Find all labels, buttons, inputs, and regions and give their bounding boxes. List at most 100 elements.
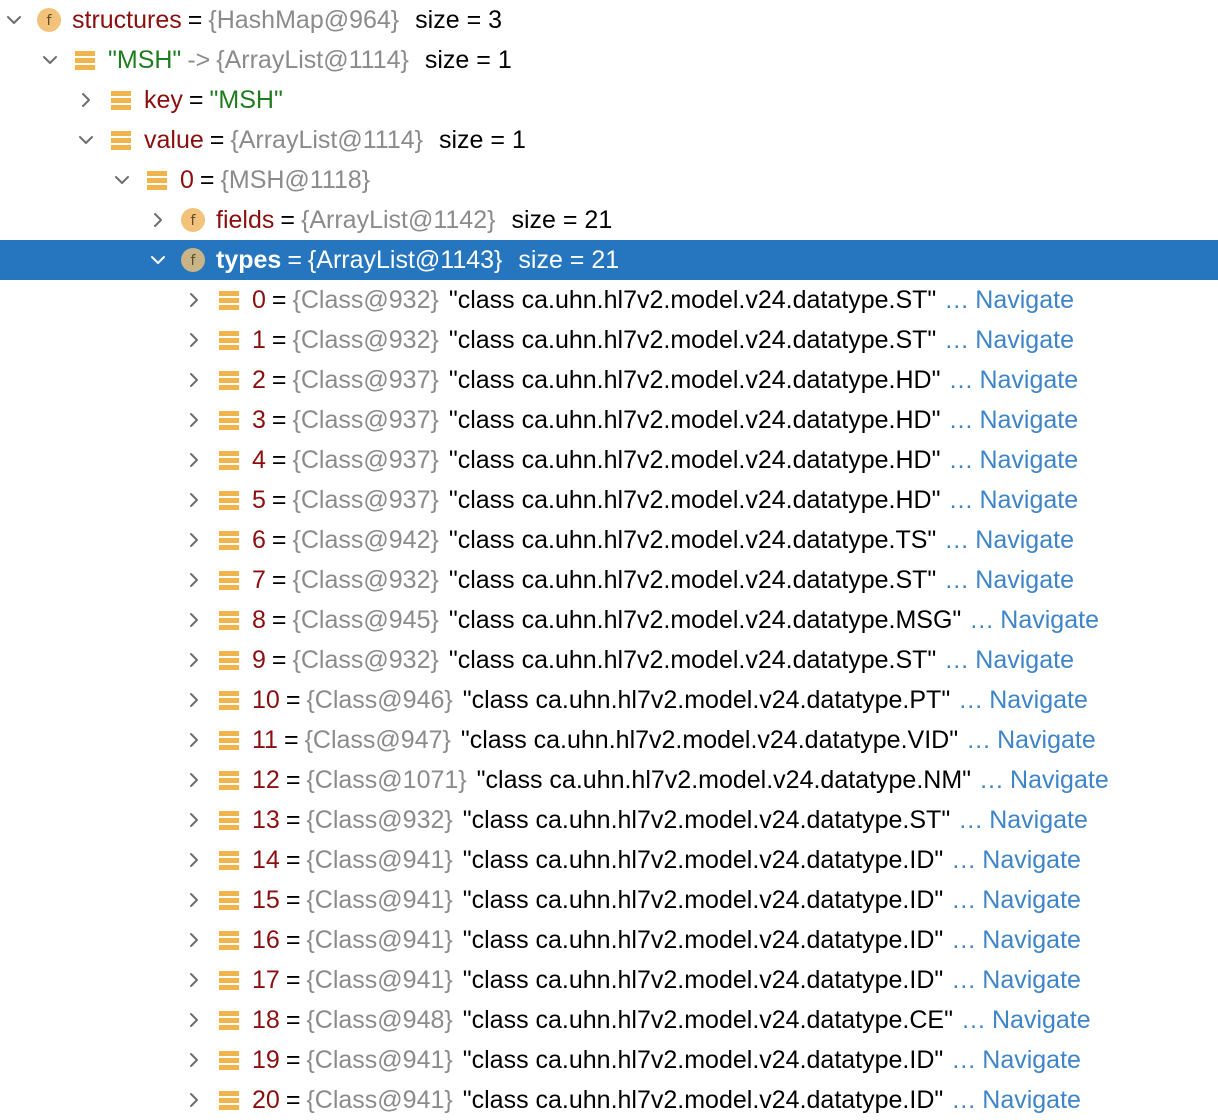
navigate-link[interactable]: Navigate [982,886,1081,915]
navigate-link[interactable]: Navigate [979,406,1078,435]
variable-name: key [144,85,183,114]
tree-row[interactable]: 18 = {Class@948} "class ca.uhn.hl7v2.model.… [0,1000,1218,1040]
navigate-link[interactable]: Navigate [975,646,1074,675]
chevron-right-icon[interactable] [180,846,208,874]
element-icon [144,167,170,193]
chevron-right-icon[interactable] [180,1006,208,1034]
navigate-link[interactable]: Navigate [982,1046,1081,1075]
chevron-right-icon[interactable] [180,406,208,434]
chevron-right-icon[interactable] [180,606,208,634]
navigate-link[interactable]: Navigate [982,966,1081,995]
object-reference: {Class@945} [292,605,439,634]
chevron-right-icon[interactable] [144,206,172,234]
navigate-link[interactable]: Navigate [979,366,1078,395]
chevron-down-icon[interactable] [108,166,136,194]
chevron-down-icon[interactable] [72,126,100,154]
string-value: "class ca.uhn.hl7v2.model.v24.datatype.I… [462,1085,944,1114]
equals-sign: = [280,205,295,234]
chevron-right-icon[interactable] [180,286,208,314]
variables-tree[interactable]: f structures = {HashMap@964} size = 3 "MSH" ->… [0,0,1218,1120]
chevron-right-icon[interactable] [180,1046,208,1074]
navigate-link[interactable]: Navigate [975,286,1074,315]
chevron-right-icon[interactable] [180,646,208,674]
navigate-link[interactable]: Navigate [979,486,1078,515]
tree-row[interactable]: 1 = {Class@932} "class ca.uhn.hl7v2.model.v… [0,320,1218,360]
variable-name: 17 [252,965,280,994]
equals-sign: = [187,5,203,34]
string-value: "class ca.uhn.hl7v2.model.v24.datatype.I… [462,925,944,954]
chevron-down-icon[interactable] [36,46,64,74]
equals-sign: = [283,725,299,754]
tree-row[interactable]: f fields = {ArrayList@1142} size = 21 [0,200,1218,240]
chevron-down-icon[interactable] [0,6,28,34]
chevron-right-icon[interactable] [180,326,208,354]
chevron-right-icon[interactable] [180,726,208,754]
tree-row[interactable]: 5 = {Class@937} "class ca.uhn.hl7v2.model.v… [0,480,1218,520]
chevron-right-icon[interactable] [180,1086,208,1114]
tree-row[interactable]: 4 = {Class@937} "class ca.uhn.hl7v2.model.v… [0,440,1218,480]
tree-row[interactable]: "MSH" -> {ArrayList@1114} size = 1 [0,40,1218,80]
chevron-right-icon[interactable] [180,926,208,954]
ellipsis-icon: … [951,885,977,914]
navigate-link[interactable]: Navigate [975,526,1074,555]
chevron-down-icon[interactable] [144,246,172,274]
tree-row[interactable]: key = "MSH" [0,80,1218,120]
chevron-right-icon[interactable] [180,966,208,994]
navigate-link[interactable]: Navigate [982,846,1081,875]
variable-name: 14 [252,845,280,874]
chevron-right-icon[interactable] [180,806,208,834]
tree-row[interactable]: 15 = {Class@941} "class ca.uhn.hl7v2.model.… [0,880,1218,920]
chevron-right-icon[interactable] [180,886,208,914]
tree-row[interactable]: 0 = {Class@932} "class ca.uhn.hl7v2.model.v… [0,280,1218,320]
navigate-link[interactable]: Navigate [989,686,1088,715]
chevron-right-icon[interactable] [180,486,208,514]
tree-row[interactable]: 12 = {Class@1071} "class ca.uhn.hl7v2.model… [0,760,1218,800]
chevron-right-icon[interactable] [72,86,100,114]
navigate-link[interactable]: Navigate [992,1006,1091,1035]
tree-row[interactable]: 7 = {Class@932} "class ca.uhn.hl7v2.model.v… [0,560,1218,600]
string-value: "class ca.uhn.hl7v2.model.v24.datatype.S… [448,645,937,674]
element-icon [216,527,242,553]
chevron-right-icon[interactable] [180,566,208,594]
tree-row[interactable]: 8 = {Class@945} "class ca.uhn.hl7v2.model.v… [0,600,1218,640]
navigate-link[interactable]: Navigate [982,1086,1081,1115]
map-arrow: -> [187,45,211,74]
object-reference: {Class@937} [292,405,439,434]
navigate-link[interactable]: Navigate [975,566,1074,595]
tree-row[interactable]: 10 = {Class@946} "class ca.uhn.hl7v2.model.… [0,680,1218,720]
ellipsis-icon: … [951,925,977,954]
tree-row-selected[interactable]: f types = {ArrayList@1143} size = 21 [0,240,1218,280]
navigate-link[interactable]: Navigate [1010,766,1109,795]
tree-row[interactable]: 14 = {Class@941} "class ca.uhn.hl7v2.model.… [0,840,1218,880]
tree-row[interactable]: 2 = {Class@937} "class ca.uhn.hl7v2.model.v… [0,360,1218,400]
navigate-link[interactable]: Navigate [975,326,1074,355]
tree-row[interactable]: 11 = {Class@947} "class ca.uhn.hl7v2.model.… [0,720,1218,760]
chevron-right-icon[interactable] [180,766,208,794]
tree-row[interactable]: 13 = {Class@932} "class ca.uhn.hl7v2.model.… [0,800,1218,840]
tree-row[interactable]: 9 = {Class@932} "class ca.uhn.hl7v2.model.v… [0,640,1218,680]
object-reference: {Class@937} [292,365,439,394]
navigate-link[interactable]: Navigate [982,926,1081,955]
tree-row[interactable]: 3 = {Class@937} "class ca.uhn.hl7v2.model.v… [0,400,1218,440]
chevron-right-icon[interactable] [180,366,208,394]
element-icon [216,407,242,433]
tree-row[interactable]: 19 = {Class@941} "class ca.uhn.hl7v2.model.… [0,1040,1218,1080]
navigate-link[interactable]: Navigate [989,806,1088,835]
tree-row[interactable]: value = {ArrayList@1114} size = 1 [0,120,1218,160]
tree-row[interactable]: f structures = {HashMap@964} size = 3 [0,0,1218,40]
chevron-right-icon[interactable] [180,686,208,714]
equals-sign: = [285,1045,301,1074]
navigate-link[interactable]: Navigate [997,726,1096,755]
tree-row[interactable]: 6 = {Class@942} "class ca.uhn.hl7v2.model.v… [0,520,1218,560]
element-icon [216,847,242,873]
tree-row[interactable]: 16 = {Class@941} "class ca.uhn.hl7v2.model.… [0,920,1218,960]
navigate-link[interactable]: Navigate [1000,606,1099,635]
navigate-link[interactable]: Navigate [979,446,1078,475]
element-icon [216,967,242,993]
string-value: "class ca.uhn.hl7v2.model.v24.datatype.S… [448,565,937,594]
tree-row[interactable]: 17 = {Class@941} "class ca.uhn.hl7v2.model.… [0,960,1218,1000]
chevron-right-icon[interactable] [180,446,208,474]
tree-row[interactable]: 0 = {MSH@1118} [0,160,1218,200]
tree-row[interactable]: 20 = {Class@941} "class ca.uhn.hl7v2.model.… [0,1080,1218,1120]
chevron-right-icon[interactable] [180,526,208,554]
